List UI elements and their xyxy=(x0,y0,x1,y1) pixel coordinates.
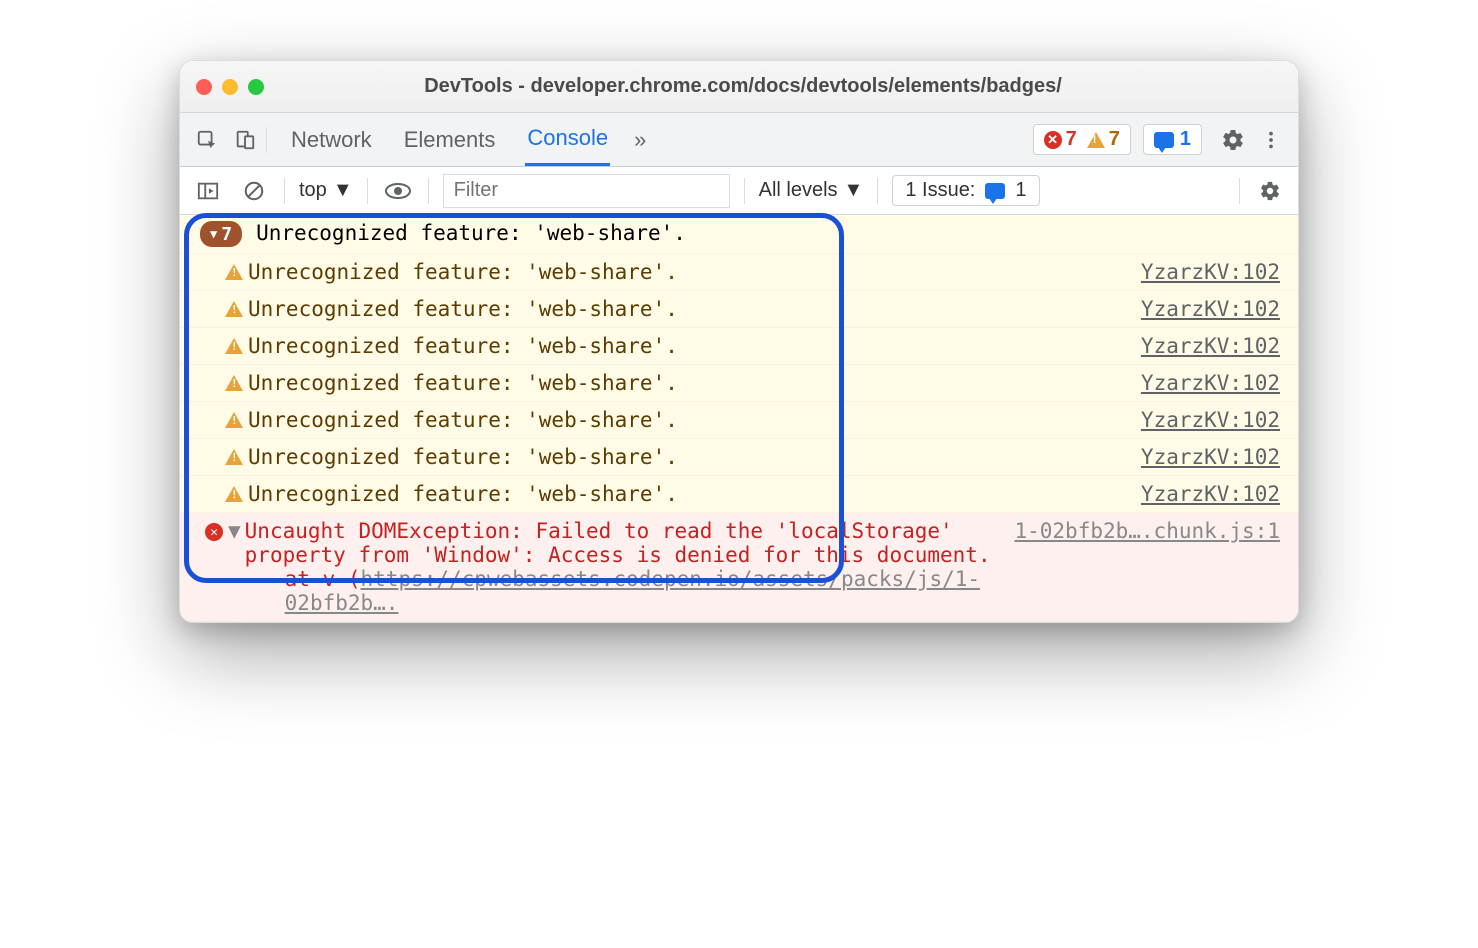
error-source-link[interactable]: 1-02bfb2b….chunk.js:1 xyxy=(1014,519,1280,543)
issues-button[interactable]: 1 Issue: 1 xyxy=(892,175,1039,206)
warning-message: Unrecognized feature: 'web-share'. xyxy=(248,408,1141,432)
console-messages: ▼ 7 Unrecognized feature: 'web-share'. U… xyxy=(180,215,1298,622)
warning-message: Unrecognized feature: 'web-share'. xyxy=(248,334,1141,358)
chevron-down-icon: ▼ xyxy=(844,179,864,202)
devtools-window: DevTools - developer.chrome.com/docs/dev… xyxy=(179,60,1299,623)
warning-source-link[interactable]: YzarzKV:102 xyxy=(1141,334,1280,358)
console-warning-row[interactable]: Unrecognized feature: 'web-share'.YzarzK… xyxy=(180,291,1298,328)
levels-label: All levels xyxy=(759,179,838,202)
titlebar: DevTools - developer.chrome.com/docs/dev… xyxy=(180,61,1298,113)
errors-count: 7 xyxy=(1066,128,1077,151)
divider xyxy=(367,178,368,204)
warning-source-link[interactable]: YzarzKV:102 xyxy=(1141,445,1280,469)
inspect-element-icon[interactable] xyxy=(190,123,224,157)
issues-count: 1 xyxy=(1180,128,1191,151)
triangle-down-icon[interactable]: ▼ xyxy=(228,519,241,543)
tab-console[interactable]: Console xyxy=(525,113,610,166)
tab-elements[interactable]: Elements xyxy=(402,115,498,165)
message-group-header[interactable]: ▼ 7 Unrecognized feature: 'web-share'. xyxy=(180,215,1298,254)
sidebar-toggle-icon[interactable] xyxy=(192,175,224,207)
warning-source-link[interactable]: YzarzKV:102 xyxy=(1141,297,1280,321)
console-warning-row[interactable]: Unrecognized feature: 'web-share'.YzarzK… xyxy=(180,439,1298,476)
live-expression-icon[interactable] xyxy=(382,175,414,207)
warning-icon xyxy=(220,445,248,465)
warning-message: Unrecognized feature: 'web-share'. xyxy=(248,445,1141,469)
warning-icon xyxy=(220,297,248,317)
errors-counter[interactable]: ✕ 7 xyxy=(1044,128,1077,151)
device-toggle-icon[interactable] xyxy=(228,123,262,157)
issue-icon xyxy=(1154,132,1174,148)
issues-counter[interactable]: 1 xyxy=(1143,124,1202,155)
console-warning-row[interactable]: Unrecognized feature: 'web-share'.YzarzK… xyxy=(180,476,1298,513)
warning-source-link[interactable]: YzarzKV:102 xyxy=(1141,482,1280,506)
warning-icon xyxy=(220,334,248,354)
main-tab-bar: Network Elements Console » ✕ 7 7 1 xyxy=(180,113,1298,167)
error-text: Uncaught DOMException: Failed to read th… xyxy=(245,519,991,567)
group-message: Unrecognized feature: 'web-share'. xyxy=(256,221,1280,245)
error-message: Uncaught DOMException: Failed to read th… xyxy=(245,519,1015,615)
filter-input[interactable] xyxy=(443,174,730,208)
window-title: DevTools - developer.chrome.com/docs/dev… xyxy=(204,75,1282,98)
stack-link[interactable]: https://cpwebassets.codepen.io/assets/pa… xyxy=(285,567,980,615)
status-counters[interactable]: ✕ 7 7 xyxy=(1033,124,1131,155)
divider xyxy=(877,178,878,204)
warning-message: Unrecognized feature: 'web-share'. xyxy=(248,482,1141,506)
panel-tabs: Network Elements Console xyxy=(289,113,610,166)
warnings-count: 7 xyxy=(1109,128,1120,151)
context-label: top xyxy=(299,179,327,202)
warning-icon xyxy=(220,371,248,391)
console-error-row[interactable]: ✕ ▼ Uncaught DOMException: Failed to rea… xyxy=(180,513,1298,622)
issues-count-2: 1 xyxy=(1015,179,1026,202)
stack-prefix: at v ( xyxy=(285,567,361,591)
warning-source-link[interactable]: YzarzKV:102 xyxy=(1141,408,1280,432)
warning-icon xyxy=(220,482,248,502)
console-warning-row[interactable]: Unrecognized feature: 'web-share'.YzarzK… xyxy=(180,365,1298,402)
chevron-down-icon: ▼ xyxy=(333,179,353,202)
warning-message: Unrecognized feature: 'web-share'. xyxy=(248,260,1141,284)
group-count-badge: ▼ 7 xyxy=(200,221,242,247)
context-selector[interactable]: top ▼ xyxy=(299,179,353,202)
divider xyxy=(266,127,267,153)
log-levels-selector[interactable]: All levels ▼ xyxy=(759,179,864,202)
error-icon: ✕ xyxy=(1044,131,1062,149)
issues-label: 1 Issue: xyxy=(905,179,975,202)
console-warning-row[interactable]: Unrecognized feature: 'web-share'.YzarzK… xyxy=(180,328,1298,365)
triangle-down-icon: ▼ xyxy=(210,227,217,241)
divider xyxy=(744,178,745,204)
console-warning-row[interactable]: Unrecognized feature: 'web-share'.YzarzK… xyxy=(180,254,1298,291)
clear-console-icon[interactable] xyxy=(238,175,270,207)
warning-message: Unrecognized feature: 'web-share'. xyxy=(248,297,1141,321)
settings-icon[interactable] xyxy=(1216,123,1250,157)
console-warning-row[interactable]: Unrecognized feature: 'web-share'.YzarzK… xyxy=(180,402,1298,439)
console-settings-icon[interactable] xyxy=(1254,175,1286,207)
warning-message: Unrecognized feature: 'web-share'. xyxy=(248,371,1141,395)
issue-icon xyxy=(985,183,1005,199)
warning-source-link[interactable]: YzarzKV:102 xyxy=(1141,260,1280,284)
warning-icon xyxy=(1087,132,1105,148)
group-count: 7 xyxy=(221,224,232,245)
warnings-counter[interactable]: 7 xyxy=(1087,128,1120,151)
kebab-menu-icon[interactable] xyxy=(1254,123,1288,157)
console-toolbar: top ▼ All levels ▼ 1 Issue: 1 xyxy=(180,167,1298,215)
divider xyxy=(428,178,429,204)
tab-network[interactable]: Network xyxy=(289,115,374,165)
divider xyxy=(1239,178,1240,204)
warning-source-link[interactable]: YzarzKV:102 xyxy=(1141,371,1280,395)
more-tabs-icon[interactable]: » xyxy=(634,127,646,153)
warning-icon xyxy=(220,408,248,428)
warning-icon xyxy=(220,260,248,280)
divider xyxy=(284,178,285,204)
error-icon: ✕ xyxy=(200,519,228,541)
